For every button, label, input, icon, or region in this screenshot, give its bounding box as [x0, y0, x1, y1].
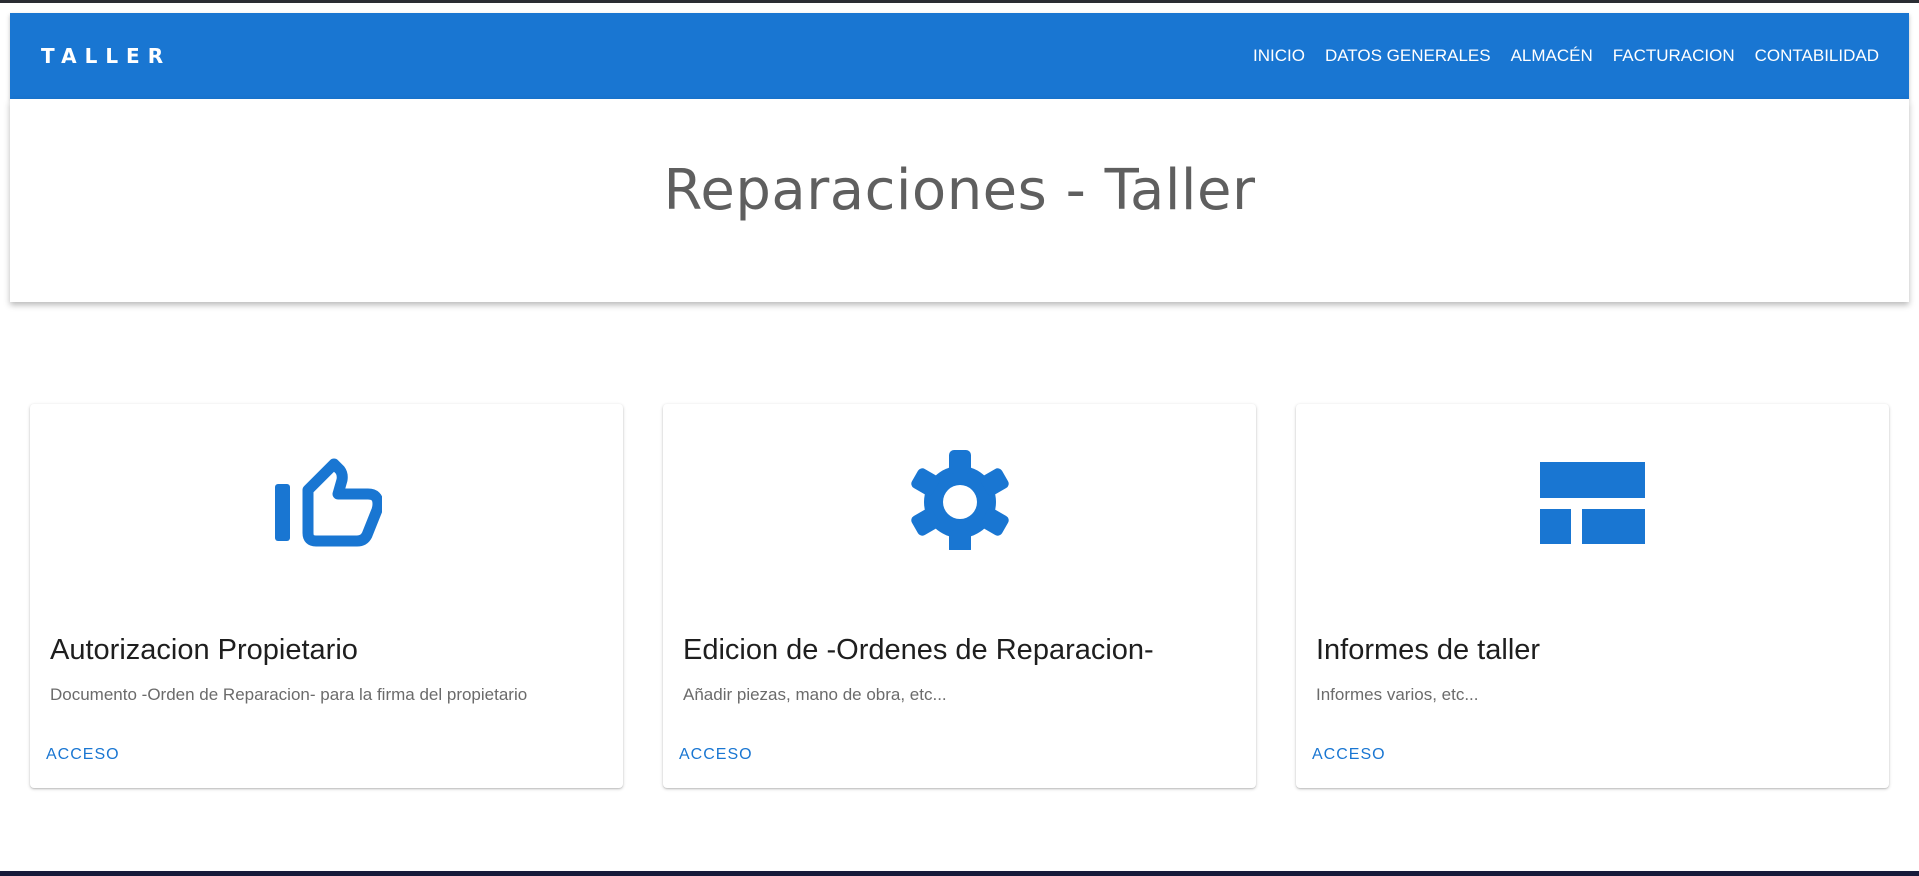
thumb-up-icon: [30, 450, 623, 550]
acceso-button[interactable]: ACCESO: [679, 746, 753, 764]
card-title: Edicion de -Ordenes de Reparacion-: [683, 634, 1154, 666]
card-grid: Autorizacion Propietario Documento -Orde…: [30, 404, 1889, 788]
window-bottom-edge: [0, 871, 1919, 876]
top-navbar: TALLER INICIO DATOS GENERALES ALMACÉN FA…: [10, 13, 1909, 99]
nav-link-facturacion[interactable]: FACTURACION: [1603, 13, 1745, 99]
hero-banner: Reparaciones - Taller: [10, 99, 1909, 302]
gear-icon: [663, 450, 1256, 550]
brand-logo[interactable]: TALLER: [41, 44, 171, 68]
card-edicion-ordenes: Edicion de -Ordenes de Reparacion- Añadi…: [663, 404, 1256, 788]
card-informes-taller: Informes de taller Informes varios, etc.…: [1296, 404, 1889, 788]
card-title: Autorizacion Propietario: [50, 634, 358, 666]
window-top-edge: [0, 0, 1919, 3]
nav-link-almacen[interactable]: ALMACÉN: [1501, 13, 1603, 99]
nav-link-inicio[interactable]: INICIO: [1243, 13, 1315, 99]
nav-links: INICIO DATOS GENERALES ALMACÉN FACTURACI…: [1243, 13, 1879, 99]
acceso-button[interactable]: ACCESO: [46, 746, 120, 764]
card-title: Informes de taller: [1316, 634, 1541, 666]
card-description: Informes varios, etc...: [1316, 685, 1479, 704]
nav-link-contabilidad[interactable]: CONTABILIDAD: [1745, 13, 1879, 99]
card-description: Añadir piezas, mano de obra, etc...: [683, 685, 947, 704]
page-title: Reparaciones - Taller: [663, 158, 1256, 223]
web-layout-icon: [1296, 450, 1889, 550]
nav-link-datos-generales[interactable]: DATOS GENERALES: [1315, 13, 1501, 99]
acceso-button[interactable]: ACCESO: [1312, 746, 1386, 764]
card-description: Documento -Orden de Reparacion- para la …: [50, 685, 528, 704]
card-autorizacion-propietario: Autorizacion Propietario Documento -Orde…: [30, 404, 623, 788]
